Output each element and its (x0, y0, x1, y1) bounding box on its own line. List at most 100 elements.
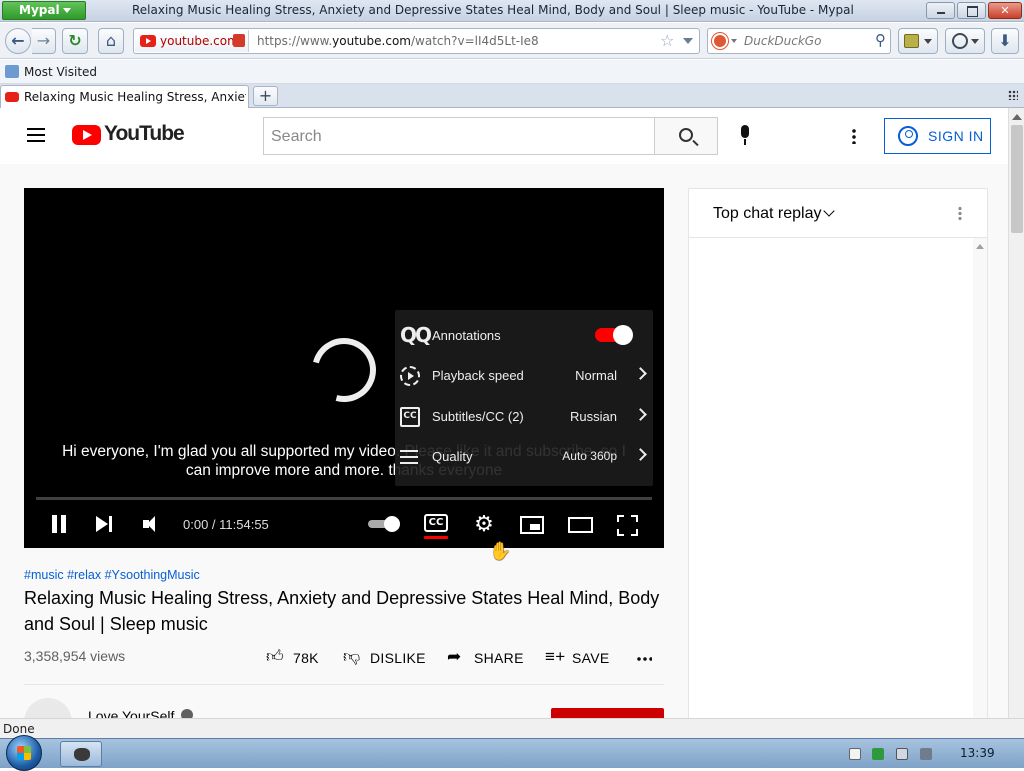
search-input[interactable]: Search (263, 117, 655, 155)
subscribe-button[interactable] (551, 708, 664, 718)
hamburger-menu-icon[interactable] (27, 128, 45, 142)
miniplayer-icon[interactable] (520, 516, 544, 534)
menu-item-playback-speed[interactable]: Playback speed Normal (395, 356, 653, 396)
address-bar[interactable]: youtube.com https://www.youtube.com/watc… (133, 28, 700, 54)
chevron-down-icon (924, 39, 932, 44)
sign-in-label: SIGN IN (928, 128, 984, 144)
youtube-logo-text[interactable]: YouTube (104, 122, 185, 146)
thumbs-down-icon: 👎︎ (343, 647, 361, 666)
web-search-box[interactable]: DuckDuckGo ⚲ (707, 28, 891, 54)
chevron-down-icon (63, 8, 71, 13)
like-button[interactable]: 👍︎ 78K (266, 648, 324, 668)
duckduckgo-icon[interactable] (712, 33, 728, 49)
bookmark-most-visited[interactable]: Most Visited (24, 65, 97, 79)
forward-button[interactable]: → (32, 28, 56, 54)
url-text[interactable]: https://www.youtube.com/watch?v=lI4d5Lt-… (257, 34, 539, 48)
app-menu-button[interactable]: Mypal (2, 1, 86, 20)
save-label: SAVE (572, 650, 610, 666)
subtitles-icon: CC (400, 407, 420, 427)
annotations-icon: QQ (400, 323, 432, 347)
taskbar-browser-button[interactable] (60, 741, 102, 767)
pause-icon[interactable] (52, 515, 66, 533)
more-actions-icon[interactable] (636, 657, 652, 661)
new-tab-button[interactable]: + (253, 86, 278, 106)
close-button[interactable] (988, 2, 1022, 19)
theater-mode-icon[interactable] (568, 517, 593, 533)
next-video-icon[interactable] (96, 516, 116, 532)
sign-in-button[interactable]: SIGN IN (884, 118, 991, 154)
download-arrow-icon: ⬇ (998, 31, 1012, 50)
favorites-button[interactable] (898, 28, 938, 54)
share-button[interactable]: ➦ SHARE (447, 648, 525, 668)
window-title: Relaxing Music Healing Stress, Anxiety a… (132, 3, 854, 17)
save-button[interactable]: ≡+ SAVE (545, 648, 613, 668)
scrollbar-thumb[interactable] (1011, 125, 1023, 233)
site-identity-button[interactable]: youtube.com (135, 30, 249, 52)
menu-item-subtitles[interactable]: CC Subtitles/CC (2) Russian (395, 397, 653, 437)
back-button[interactable]: ← (5, 28, 31, 54)
view-count: 3,358,954 views (24, 648, 126, 664)
tray-network-icon[interactable] (896, 748, 908, 760)
clock-icon (952, 33, 968, 49)
menu-item-quality[interactable]: Quality Auto 360p (395, 437, 653, 477)
reload-button[interactable]: ↻ (62, 28, 88, 54)
chat-scrollbar[interactable] (973, 238, 987, 718)
app-menu-label: Mypal (19, 3, 60, 17)
chat-mode-selector[interactable]: Top chat replay (713, 205, 822, 223)
scroll-up-icon[interactable] (1012, 114, 1022, 120)
settings-menu: QQ Annotations Playback speed Normal CC … (395, 310, 653, 486)
gear-icon[interactable]: ⚙ (472, 513, 496, 537)
tab-youtube[interactable]: Relaxing Music Healing Stress, Anxiety a… (0, 85, 249, 108)
all-tabs-grid-icon[interactable] (1008, 90, 1018, 100)
tray-volume-muted-icon[interactable] (920, 748, 932, 760)
avatar[interactable] (24, 698, 72, 718)
navigation-toolbar: ← → ↻ ⌂ youtube.com https://www.youtube.… (0, 23, 1024, 59)
taskbar: 13:39 (0, 735, 1024, 771)
tray-security-icon[interactable] (872, 748, 884, 760)
history-button[interactable] (945, 28, 985, 54)
divider (24, 684, 664, 685)
search-button[interactable] (654, 117, 718, 155)
share-label: SHARE (474, 650, 524, 666)
autoplay-toggle[interactable] (368, 516, 402, 532)
volume-icon[interactable] (143, 516, 165, 532)
taskbar-clock[interactable]: 13:39 (960, 746, 995, 760)
youtube-favicon-icon (5, 92, 19, 102)
user-account-icon (898, 126, 918, 146)
chevron-down-icon[interactable] (823, 205, 835, 217)
chevron-down-icon[interactable] (731, 39, 737, 43)
time-display: 0:00 / 11:54:55 (183, 517, 269, 532)
maximize-button[interactable] (957, 2, 986, 19)
progress-bar[interactable] (36, 497, 652, 500)
like-count: 78K (293, 650, 319, 666)
dislike-button[interactable]: 👎︎ DISLIKE (343, 648, 427, 668)
video-hashtags[interactable]: #music #relax #YsoothingMusic (24, 568, 200, 582)
search-icon (679, 128, 693, 142)
more-options-icon[interactable] (958, 206, 962, 222)
menu-item-value: Auto 360p (562, 449, 617, 463)
playlist-add-icon: ≡+ (545, 647, 566, 666)
fullscreen-icon[interactable] (617, 515, 638, 536)
channel-name[interactable]: Love YourSelf (88, 708, 174, 718)
start-button[interactable] (6, 735, 42, 771)
search-icon[interactable]: ⚲ (875, 31, 886, 49)
subtitles-button[interactable]: CC (424, 514, 448, 532)
youtube-logo-icon[interactable] (72, 125, 101, 145)
annotations-toggle[interactable] (595, 325, 633, 345)
menu-item-value: Normal (575, 368, 617, 383)
video-player[interactable]: Hi everyone, I'm glad you all supported … (24, 188, 664, 548)
tray-document-icon[interactable] (849, 748, 861, 760)
bookmark-folder-icon (5, 65, 19, 78)
menu-item-annotations[interactable]: QQ Annotations (395, 316, 653, 356)
subtitles-active-indicator (424, 536, 448, 539)
downloads-button[interactable]: ⬇ (991, 28, 1019, 54)
bookmark-star-icon[interactable]: ☆ (660, 31, 674, 50)
menu-item-label: Playback speed (432, 368, 524, 383)
page-scrollbar[interactable] (1008, 108, 1024, 718)
quality-icon (400, 447, 420, 467)
microphone-icon[interactable] (739, 125, 751, 147)
more-options-icon[interactable] (852, 128, 856, 144)
url-history-dropdown-icon[interactable] (683, 38, 693, 44)
home-button[interactable]: ⌂ (98, 28, 124, 54)
minimize-button[interactable] (926, 2, 955, 19)
